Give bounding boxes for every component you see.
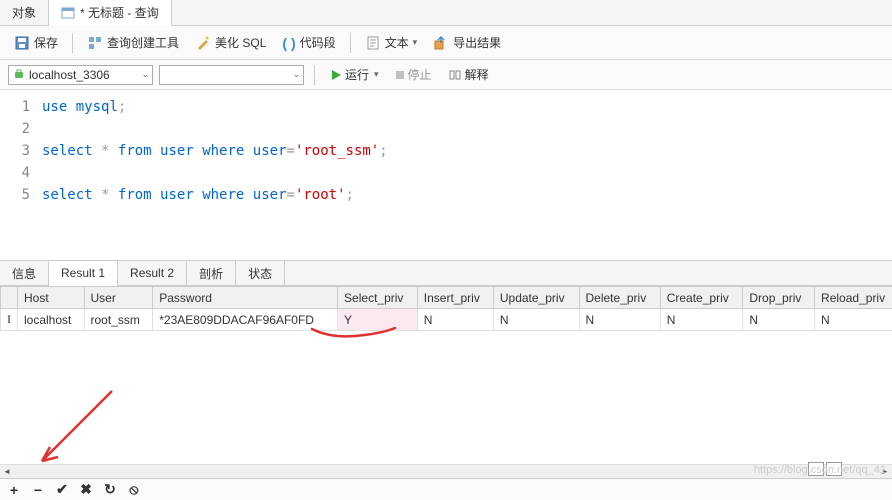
stop-button[interactable]: ⦸ xyxy=(126,481,142,498)
builder-icon xyxy=(87,35,103,51)
tab-label: * 无标题 - 查询 xyxy=(80,4,159,21)
stop-label: 停止 xyxy=(408,66,432,83)
column-header[interactable]: Host xyxy=(18,287,85,309)
explain-button[interactable]: 解释 xyxy=(443,64,494,85)
separator xyxy=(72,33,73,53)
column-header[interactable]: Drop_priv xyxy=(743,287,815,309)
code-line[interactable]: select * from user where user='root'; xyxy=(42,184,354,206)
braces-icon: ( ) xyxy=(282,35,295,51)
tab-info[interactable]: 信息 xyxy=(0,261,49,285)
column-header[interactable]: Password xyxy=(153,287,338,309)
column-header[interactable]: Select_priv xyxy=(338,287,418,309)
separator xyxy=(350,33,351,53)
tab-query[interactable]: * 无标题 - 查询 xyxy=(49,0,172,26)
code-snippet-button[interactable]: ( ) 代码段 xyxy=(276,31,341,54)
row-indicator: I xyxy=(1,309,18,331)
code-line[interactable]: select * from user where user='root_ssm'… xyxy=(42,140,388,162)
column-header[interactable]: Create_priv xyxy=(660,287,743,309)
explain-label: 解释 xyxy=(465,66,489,83)
line-number: 4 xyxy=(0,162,42,184)
cell[interactable]: *23AE809DDACAF96AF0FD xyxy=(153,309,338,331)
table-row[interactable]: Ilocalhostroot_ssm*23AE809DDACAF96AF0FDY… xyxy=(1,309,892,331)
sql-editor[interactable]: 1use mysql;2 3select * from user where u… xyxy=(0,90,892,260)
cell[interactable]: Y xyxy=(338,309,418,331)
query-builder-button[interactable]: 查询创建工具 xyxy=(81,31,185,54)
run-label: 运行 xyxy=(345,66,369,83)
line-number: 3 xyxy=(0,140,42,162)
cell[interactable]: N xyxy=(579,309,660,331)
add-record-button[interactable]: + xyxy=(6,482,22,498)
save-button[interactable]: 保存 xyxy=(8,31,64,54)
tab-result2[interactable]: Result 2 xyxy=(118,261,187,285)
line-number: 1 xyxy=(0,96,42,118)
wand-icon xyxy=(195,35,211,51)
text-button[interactable]: 文本 ▾ xyxy=(359,31,424,54)
beautify-label: 美化 SQL xyxy=(215,34,266,51)
tab-objects[interactable]: 对象 xyxy=(0,0,49,25)
scroll-left-icon[interactable]: ◄ xyxy=(0,466,14,478)
query-builder-label: 查询创建工具 xyxy=(107,34,179,51)
connection-icon xyxy=(12,68,26,82)
save-icon xyxy=(14,35,30,51)
export-icon xyxy=(433,35,449,51)
query-icon xyxy=(61,6,75,20)
text-label: 文本 xyxy=(385,34,409,51)
cell[interactable]: N xyxy=(493,309,579,331)
code-line[interactable]: use mysql; xyxy=(42,96,126,118)
cell[interactable]: root_ssm xyxy=(84,309,153,331)
apply-button[interactable]: ✔ xyxy=(54,481,70,498)
beautify-sql-button[interactable]: 美化 SQL xyxy=(189,31,272,54)
chevron-down-icon: ▾ xyxy=(413,37,418,48)
separator xyxy=(314,65,315,85)
play-icon xyxy=(330,69,342,81)
column-header[interactable]: Insert_priv xyxy=(417,287,493,309)
run-button[interactable]: 运行 ▾ xyxy=(325,64,384,85)
tab-result1[interactable]: Result 1 xyxy=(49,261,118,286)
chevron-down-icon: ⌄ xyxy=(141,69,149,80)
refresh-button[interactable]: ↻ xyxy=(102,481,118,498)
database-select[interactable]: ⌄ xyxy=(159,65,304,85)
tab-profile[interactable]: 剖析 xyxy=(187,261,236,285)
watermark: https://blog.csdn.net/qq_41 xyxy=(754,464,886,476)
stop-button[interactable]: 停止 xyxy=(390,64,437,85)
cancel-button[interactable]: ✖ xyxy=(78,481,94,498)
export-label: 导出结果 xyxy=(453,34,501,51)
tab-label: 对象 xyxy=(12,4,36,21)
stop-icon xyxy=(395,70,405,80)
result-grid[interactable]: HostUserPasswordSelect_privInsert_privUp… xyxy=(0,286,892,476)
tab-status[interactable]: 状态 xyxy=(236,261,285,285)
code-line[interactable] xyxy=(42,118,50,140)
cell[interactable]: N xyxy=(815,309,892,331)
chevron-down-icon: ⌄ xyxy=(292,69,300,80)
line-number: 5 xyxy=(0,184,42,206)
export-result-button[interactable]: 导出结果 xyxy=(427,31,507,54)
explain-icon xyxy=(448,68,462,82)
cell[interactable]: N xyxy=(417,309,493,331)
chevron-down-icon: ▾ xyxy=(374,69,379,80)
save-label: 保存 xyxy=(34,34,58,51)
snippet-label: 代码段 xyxy=(300,34,336,51)
line-number: 2 xyxy=(0,118,42,140)
column-header[interactable]: Update_priv xyxy=(493,287,579,309)
code-line[interactable] xyxy=(42,162,50,184)
document-icon xyxy=(365,35,381,51)
cell[interactable]: N xyxy=(743,309,815,331)
cell[interactable]: N xyxy=(660,309,743,331)
column-header[interactable]: Reload_priv xyxy=(815,287,892,309)
column-header[interactable]: User xyxy=(84,287,153,309)
cell[interactable]: localhost xyxy=(18,309,85,331)
column-header[interactable]: Delete_priv xyxy=(579,287,660,309)
connection-select[interactable]: localhost_3306 ⌄ xyxy=(8,65,153,85)
delete-record-button[interactable]: − xyxy=(30,482,46,498)
connection-name: localhost_3306 xyxy=(29,68,110,82)
